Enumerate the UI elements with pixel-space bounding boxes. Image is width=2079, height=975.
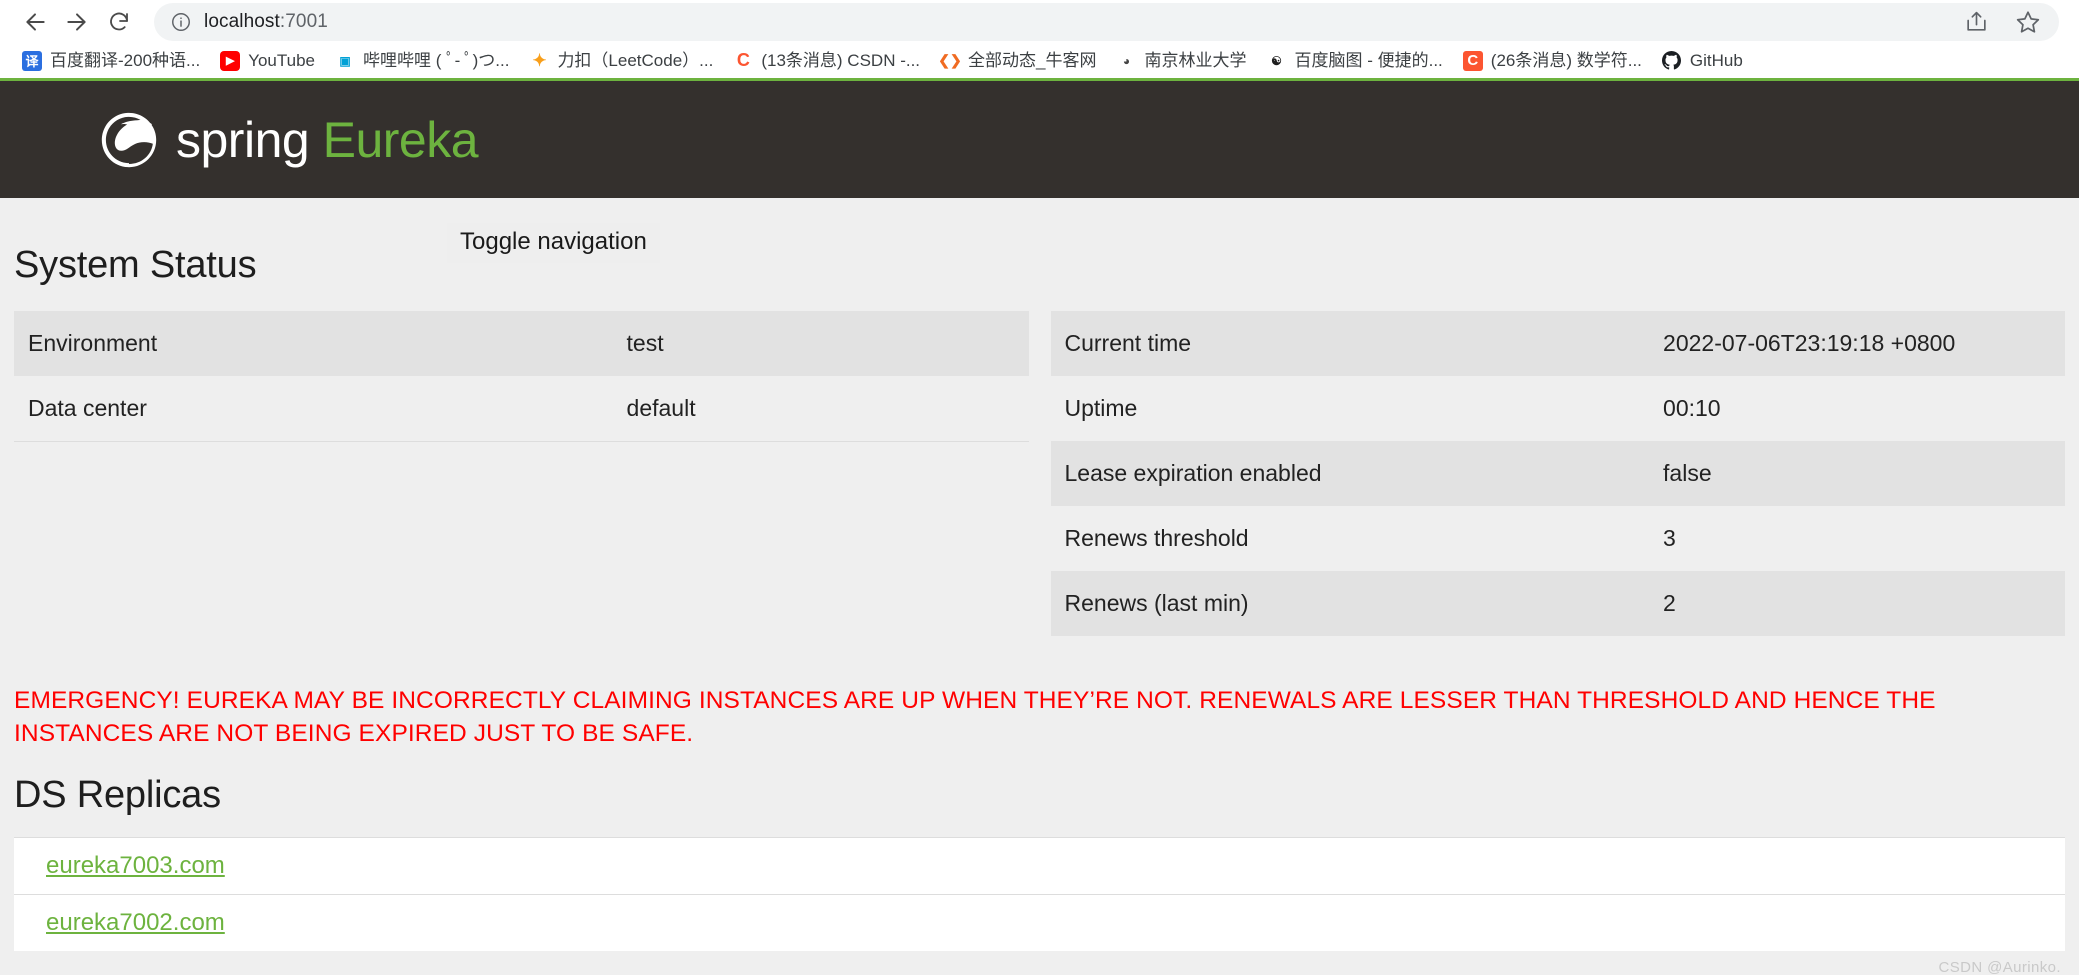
bookmark-label: 哔哩哔哩 ( ﾟ- ﾟ)つ...: [363, 51, 510, 70]
bookmark-item[interactable]: ✦ 力扣（LeetCode）...: [519, 46, 723, 76]
bookmark-item[interactable]: ▶ YouTube: [210, 46, 325, 76]
brand-eureka-label: Eureka: [322, 111, 479, 168]
replica-link-7002[interactable]: eureka7002.com: [46, 909, 225, 936]
status-tables-row: Environment test Data center default Cur…: [14, 311, 2065, 636]
table-row: eureka7003.com: [14, 837, 2065, 895]
github-icon: [1661, 50, 1682, 71]
ds-replicas-table: eureka7003.com eureka7002.com: [14, 837, 2065, 952]
site-info-icon[interactable]: [170, 11, 192, 33]
bookmarks-bar: 译 百度翻译-200种语... ▶ YouTube ▣ 哔哩哔哩 ( ﾟ- ﾟ)…: [0, 43, 2079, 78]
page-content: System Status Environment test Data cent…: [0, 198, 2079, 975]
brand-text: spring Eureka: [176, 111, 479, 168]
bookmark-label: 南京林业大学: [1144, 51, 1247, 70]
bookmark-item[interactable]: ❮❯ 全部动态_牛客网: [930, 46, 1106, 76]
share-button[interactable]: [1964, 9, 1989, 34]
bookmark-item[interactable]: ▣ 哔哩哔哩 ( ﾟ- ﾟ)つ...: [325, 46, 519, 76]
bookmark-label: 百度脑图 - 便捷的...: [1294, 51, 1443, 70]
omnibox-actions: [1964, 3, 2041, 41]
bookmark-item[interactable]: 译 百度翻译-200种语...: [12, 46, 210, 76]
table-row: Data center default: [14, 376, 1029, 441]
bookmark-label: 全部动态_牛客网: [968, 51, 1097, 70]
csdn-icon-2: C: [1462, 50, 1483, 71]
bilibili-icon: ▣: [335, 50, 356, 71]
brand-spring-label: spring: [176, 111, 310, 168]
table-row: eureka7002.com: [14, 894, 2065, 952]
bookmark-label: (13条消息) CSDN -...: [761, 51, 921, 70]
brand-logo[interactable]: spring Eureka: [100, 111, 479, 169]
ds-replicas-title: DS Replicas: [14, 774, 221, 817]
table-row: Renews (last min) 2: [1050, 571, 2065, 636]
system-status-right-table: Current time 2022-07-06T23:19:18 +0800 U…: [1050, 311, 2065, 636]
reload-button[interactable]: [98, 1, 140, 43]
row-key: Data center: [14, 376, 613, 441]
row-value: false: [1649, 441, 2065, 506]
emergency-line-2: INSTANCES ARE NOT BEING EXPIRED JUST TO …: [14, 720, 694, 748]
back-arrow-icon: [22, 9, 48, 35]
bookmark-label: 力扣（LeetCode）...: [557, 51, 714, 70]
row-key: Lease expiration enabled: [1050, 441, 1650, 506]
row-value: default: [612, 376, 1029, 441]
table-row: Uptime 00:10: [1050, 376, 2065, 441]
bookmark-item[interactable]: C (26条消息) 数学符...: [1453, 46, 1652, 76]
row-key: Uptime: [1050, 376, 1650, 441]
forward-arrow-icon: [64, 9, 90, 35]
njfu-icon: ◕: [1116, 50, 1137, 71]
reload-icon: [107, 10, 131, 34]
row-key: Renews (last min): [1050, 571, 1650, 636]
row-value: 2022-07-06T23:19:18 +0800: [1649, 311, 2065, 376]
table-divider: [14, 441, 1029, 442]
table-row: Current time 2022-07-06T23:19:18 +0800: [1050, 311, 2065, 376]
leetcode-icon: ✦: [529, 50, 550, 71]
baidu-naotu-icon: ☯: [1266, 50, 1287, 71]
emergency-line-1: EMERGENCY! EUREKA MAY BE INCORRECTLY CLA…: [14, 687, 1936, 714]
row-key: Environment: [14, 311, 613, 376]
left-status-column: Environment test Data center default: [14, 311, 1029, 636]
bookmark-item[interactable]: GitHub: [1652, 46, 1753, 76]
system-status-left-table: Environment test Data center default: [14, 311, 1029, 441]
right-status-column: Current time 2022-07-06T23:19:18 +0800 U…: [1050, 311, 2065, 636]
browser-toolbar: localhost:7001: [0, 0, 2079, 43]
forward-button[interactable]: [56, 1, 98, 43]
row-value: 00:10: [1649, 376, 2065, 441]
replica-cell: eureka7002.com: [14, 894, 2065, 952]
back-button[interactable]: [14, 1, 56, 43]
url-port: :7001: [279, 10, 328, 32]
row-value: 3: [1649, 506, 2065, 571]
eureka-navbar: spring Eureka Toggle navigation: [0, 81, 2079, 264]
row-value: 2: [1649, 571, 2065, 636]
replica-link-7003[interactable]: eureka7003.com: [46, 852, 225, 879]
system-status-title: System Status: [14, 244, 257, 286]
table-row: Lease expiration enabled false: [1050, 441, 2065, 506]
row-key: Renews threshold: [1050, 506, 1650, 571]
bookmark-item[interactable]: ◕ 南京林业大学: [1107, 46, 1257, 76]
nowcoder-icon: ❮❯: [940, 50, 961, 71]
bookmark-item[interactable]: ☯ 百度脑图 - 便捷的...: [1257, 46, 1453, 76]
url-text: localhost:7001: [204, 11, 328, 33]
table-row: Environment test: [14, 311, 1029, 376]
bookmark-star-icon[interactable]: [2015, 9, 2041, 35]
youtube-icon: ▶: [220, 50, 241, 71]
emergency-warning: EMERGENCY! EUREKA MAY BE INCORRECTLY CLA…: [14, 684, 2065, 750]
replica-cell: eureka7003.com: [14, 837, 2065, 895]
browser-chrome: localhost:7001 译 百度翻译-200种语... ▶ YouTube…: [0, 0, 2079, 78]
toggle-navigation-button[interactable]: Toggle navigation: [447, 223, 660, 264]
watermark-text: CSDN @Aurinko.: [1938, 959, 2061, 975]
row-key: Current time: [1050, 311, 1650, 376]
url-host: localhost: [204, 10, 280, 32]
csdn-icon: C: [733, 50, 754, 71]
bookmark-label: GitHub: [1689, 51, 1743, 70]
table-row: Renews threshold 3: [1050, 506, 2065, 571]
bookmark-label: YouTube: [248, 51, 316, 70]
baidu-translate-icon: 译: [22, 50, 42, 71]
bookmark-label: (26条消息) 数学符...: [1490, 51, 1642, 70]
bookmark-item[interactable]: C (13条消息) CSDN -...: [723, 46, 930, 76]
bookmark-label: 百度翻译-200种语...: [50, 51, 201, 70]
spring-leaf-icon: [100, 111, 158, 169]
address-bar[interactable]: localhost:7001: [154, 2, 2059, 41]
row-value: test: [612, 311, 1029, 376]
